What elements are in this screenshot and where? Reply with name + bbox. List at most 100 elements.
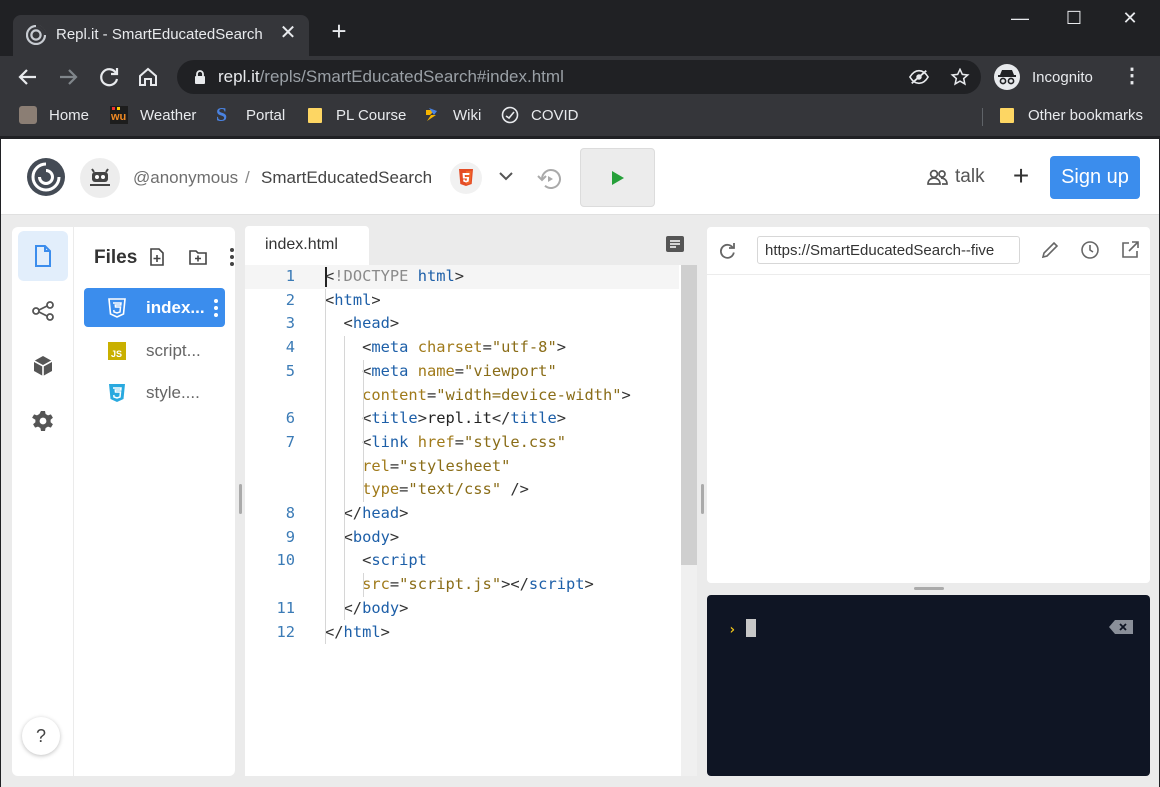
forward-arrow-icon[interactable]: [55, 64, 81, 90]
tab-close-icon[interactable]: ✕: [277, 22, 299, 44]
editor-resize-handle[interactable]: [701, 484, 704, 514]
play-icon: [612, 171, 624, 185]
code-token: >: [556, 409, 567, 428]
code-line[interactable]: type="text/css" />: [245, 478, 679, 502]
editor-scrollbar[interactable]: [681, 265, 697, 776]
code-token: html: [334, 290, 372, 309]
preview-url-input[interactable]: https://SmartEducatedSearch--five: [757, 236, 1020, 264]
rail-version-control-button[interactable]: [18, 286, 68, 336]
line-number: 6: [285, 409, 295, 428]
preview-toolbar: https://SmartEducatedSearch--five: [707, 227, 1150, 275]
code-line[interactable]: 11 </body>: [245, 597, 679, 621]
code-line[interactable]: 8 </head>: [245, 502, 679, 526]
bookmark-wiki[interactable]: Wiki: [423, 106, 481, 124]
code-line[interactable]: 12 </html>: [245, 621, 679, 645]
home-icon[interactable]: [135, 64, 161, 90]
code-line[interactable]: 7 <link href="style.css": [245, 431, 679, 455]
share-nodes-icon: [32, 301, 54, 321]
chevron-down-icon[interactable]: [497, 167, 515, 185]
tab-index-html[interactable]: index.html: [245, 226, 369, 265]
code-line[interactable]: 4 <meta charset="utf-8">: [245, 336, 679, 360]
preview-console-resize-handle[interactable]: [914, 587, 944, 590]
sign-up-button[interactable]: Sign up: [1050, 156, 1140, 199]
code-token: =: [454, 432, 465, 451]
bookmark-portal[interactable]: S Portal: [216, 105, 285, 125]
code-area[interactable]: 1 <!DOCTYPE html> 2 <html> 3 <head> 4 <meta c…: [245, 265, 697, 776]
users-icon: [927, 169, 948, 185]
maximize-button[interactable]: ☐: [1054, 8, 1094, 32]
add-file-icon[interactable]: [147, 247, 167, 267]
avatar[interactable]: [80, 158, 120, 198]
scrollbar-thumb[interactable]: [681, 265, 697, 565]
files-resize-handle[interactable]: [239, 484, 242, 514]
code-token: script: [371, 551, 427, 570]
rail-packages-button[interactable]: [18, 341, 68, 391]
line-number: 5: [285, 361, 295, 380]
reload-icon[interactable]: [96, 64, 122, 90]
external-link-icon[interactable]: [1120, 240, 1140, 260]
browser-menu-icon[interactable]: ⋮: [1122, 66, 1142, 86]
code-line[interactable]: 1 <!DOCTYPE html>: [245, 265, 679, 289]
file-item-index-html[interactable]: index...: [84, 288, 225, 327]
file-item-style-css[interactable]: style....: [84, 373, 225, 412]
code-line[interactable]: 6 <title>repl.it</title>: [245, 407, 679, 431]
clock-icon[interactable]: [1080, 240, 1100, 260]
repl-header: @anonymous / SmartEducatedSearch talk + …: [1, 139, 1159, 215]
rail-settings-button[interactable]: [18, 396, 68, 446]
close-window-button[interactable]: ✕: [1110, 8, 1150, 32]
history-icon[interactable]: [536, 165, 564, 193]
add-folder-icon[interactable]: [188, 247, 208, 267]
bookmark-home[interactable]: Home: [19, 106, 89, 124]
new-tab-button[interactable]: +: [326, 17, 352, 45]
back-arrow-icon[interactable]: [15, 64, 41, 90]
bookmark-pl-course[interactable]: PL Course: [306, 106, 406, 124]
line-text: <title>repl.it</title>: [325, 409, 566, 427]
address-bar[interactable]: repl.it/repls/SmartEducatedSearch#index.…: [177, 60, 981, 94]
talk-button[interactable]: talk: [927, 166, 985, 188]
code-line[interactable]: 9 <body>: [245, 526, 679, 550]
code-line[interactable]: content="width=device-width">: [245, 384, 679, 408]
code-line[interactable]: 5 <meta name="viewport": [245, 360, 679, 384]
wiki-icon: [423, 106, 441, 124]
repl-name[interactable]: SmartEducatedSearch: [261, 168, 432, 188]
code-line[interactable]: src="script.js"></script>: [245, 573, 679, 597]
browser-titlebar: Repl.it - SmartEducatedSearch ✕ + — ☐ ✕: [0, 0, 1160, 56]
eye-off-icon[interactable]: [909, 68, 929, 86]
bookmark-other[interactable]: Other bookmarks: [998, 106, 1143, 124]
bookmark-covid[interactable]: COVID: [501, 106, 579, 124]
pencil-icon[interactable]: [1040, 240, 1060, 260]
code-token: =: [389, 575, 400, 594]
star-icon[interactable]: [950, 68, 970, 86]
css3-icon: [109, 384, 125, 402]
rail-files-button[interactable]: [18, 231, 68, 281]
bookmark-weather[interactable]: wu Weather: [110, 106, 196, 124]
talk-label: talk: [955, 166, 985, 187]
code-token: name: [417, 361, 455, 380]
code-token: >: [399, 598, 409, 617]
incognito-profile-button[interactable]: Incognito: [994, 61, 1093, 93]
console[interactable]: ›: [707, 595, 1150, 776]
refresh-icon[interactable]: [717, 240, 737, 260]
code-line[interactable]: rel="stylesheet": [245, 455, 679, 479]
code-token: =: [454, 361, 465, 380]
clear-console-icon[interactable]: [1109, 620, 1133, 634]
browser-tab[interactable]: Repl.it - SmartEducatedSearch ✕: [13, 15, 309, 56]
minimize-button[interactable]: —: [1000, 8, 1040, 32]
line-text: <script: [325, 551, 427, 569]
run-button[interactable]: [580, 148, 655, 207]
code-line[interactable]: 2 <html>: [245, 289, 679, 313]
more-vertical-icon[interactable]: [229, 245, 235, 269]
code-token: >: [380, 622, 390, 641]
add-button[interactable]: +: [1007, 162, 1035, 190]
code-line[interactable]: 3 <head>: [245, 312, 679, 336]
format-icon[interactable]: [665, 235, 685, 253]
line-number: 8: [285, 504, 295, 522]
line-text: type="text/css" />: [325, 480, 529, 498]
username-link[interactable]: @anonymous: [133, 168, 238, 188]
home-avatar-icon: [19, 106, 37, 124]
more-vertical-icon[interactable]: [213, 296, 219, 320]
code-line[interactable]: 10 <script: [245, 549, 679, 573]
replit-logo-icon[interactable]: [25, 156, 67, 198]
file-item-script-js[interactable]: JS script...: [84, 331, 225, 370]
help-button[interactable]: ?: [22, 717, 60, 755]
